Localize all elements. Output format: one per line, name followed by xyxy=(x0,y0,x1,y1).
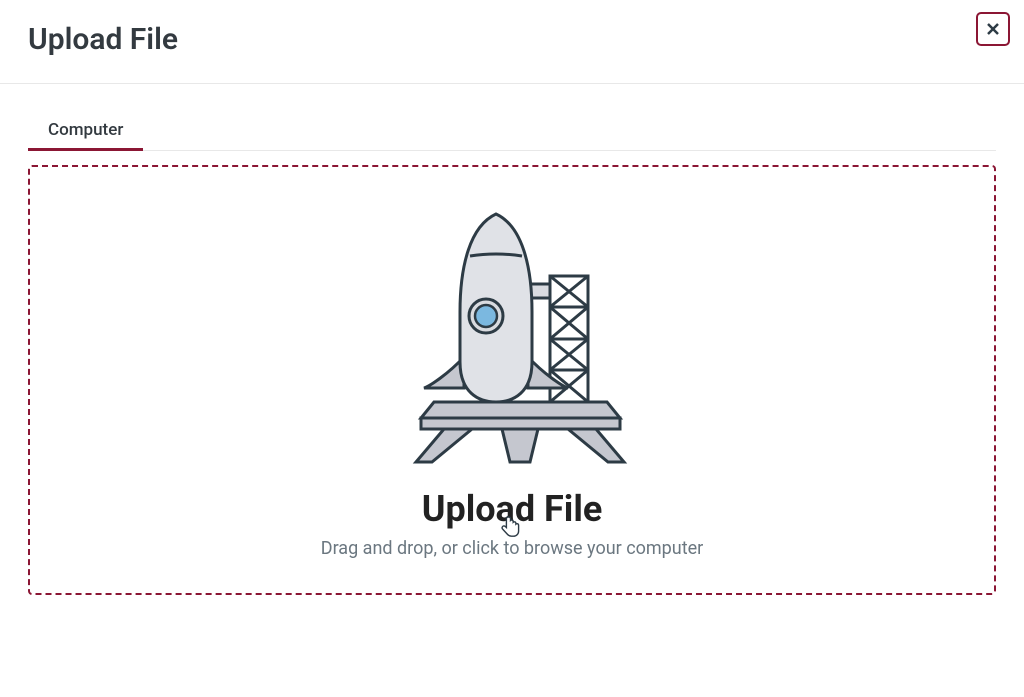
dialog-content: Computer xyxy=(0,84,1024,595)
tab-bar: Computer xyxy=(28,108,996,151)
dropzone-subtitle: Drag and drop, or click to browse your c… xyxy=(321,538,703,559)
tab-label: Computer xyxy=(48,120,123,140)
file-dropzone[interactable]: Upload File Drag and drop, or click to b… xyxy=(28,165,996,595)
dialog-header: Upload File xyxy=(0,0,1024,83)
close-button[interactable] xyxy=(976,12,1010,46)
dropzone-title: Upload File xyxy=(422,488,603,530)
dialog-title: Upload File xyxy=(28,22,178,57)
tab-computer[interactable]: Computer xyxy=(28,108,143,150)
close-icon xyxy=(986,22,1000,36)
rocket-icon xyxy=(382,202,642,472)
